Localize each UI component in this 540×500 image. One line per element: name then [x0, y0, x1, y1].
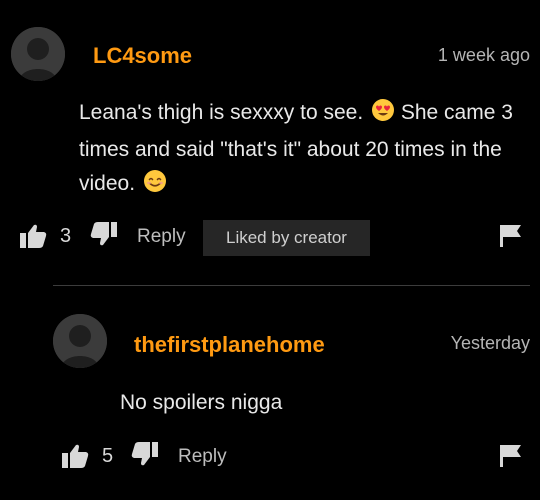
user-silhouette-icon [53, 314, 107, 368]
thread-divider [53, 285, 530, 286]
thumbs-down-icon[interactable] [131, 442, 158, 471]
flag-icon[interactable] [500, 225, 522, 252]
reply-button[interactable]: Reply [178, 447, 227, 466]
heart-eyes-emoji-icon [371, 98, 395, 133]
user-silhouette-icon [11, 27, 65, 81]
thumbs-up-icon[interactable] [20, 224, 47, 253]
comment-timestamp: 1 week ago [437, 45, 530, 65]
like-count: 3 [60, 225, 72, 247]
avatar[interactable] [11, 27, 65, 81]
reply-text: No spoilers nigga [120, 391, 283, 414]
comment-text: Leana's thigh is sexxxy to see. She came… [79, 96, 531, 204]
reply-username[interactable]: thefirstplanehome [134, 334, 325, 356]
liked-by-creator-badge: Liked by creator [203, 220, 370, 256]
reply-avatar[interactable] [53, 314, 107, 368]
reply-button[interactable]: Reply [137, 227, 186, 246]
thumbs-down-icon[interactable] [90, 222, 117, 251]
reply-timestamp: Yesterday [450, 333, 530, 353]
smiling-emoji-icon [143, 169, 167, 204]
comment-username[interactable]: LC4some [93, 45, 192, 67]
flag-icon[interactable] [500, 445, 522, 472]
thumbs-up-icon[interactable] [62, 444, 89, 473]
like-count: 5 [102, 445, 114, 467]
comment-text-part-1: Leana's thigh is sexxxy to see. [79, 101, 364, 124]
